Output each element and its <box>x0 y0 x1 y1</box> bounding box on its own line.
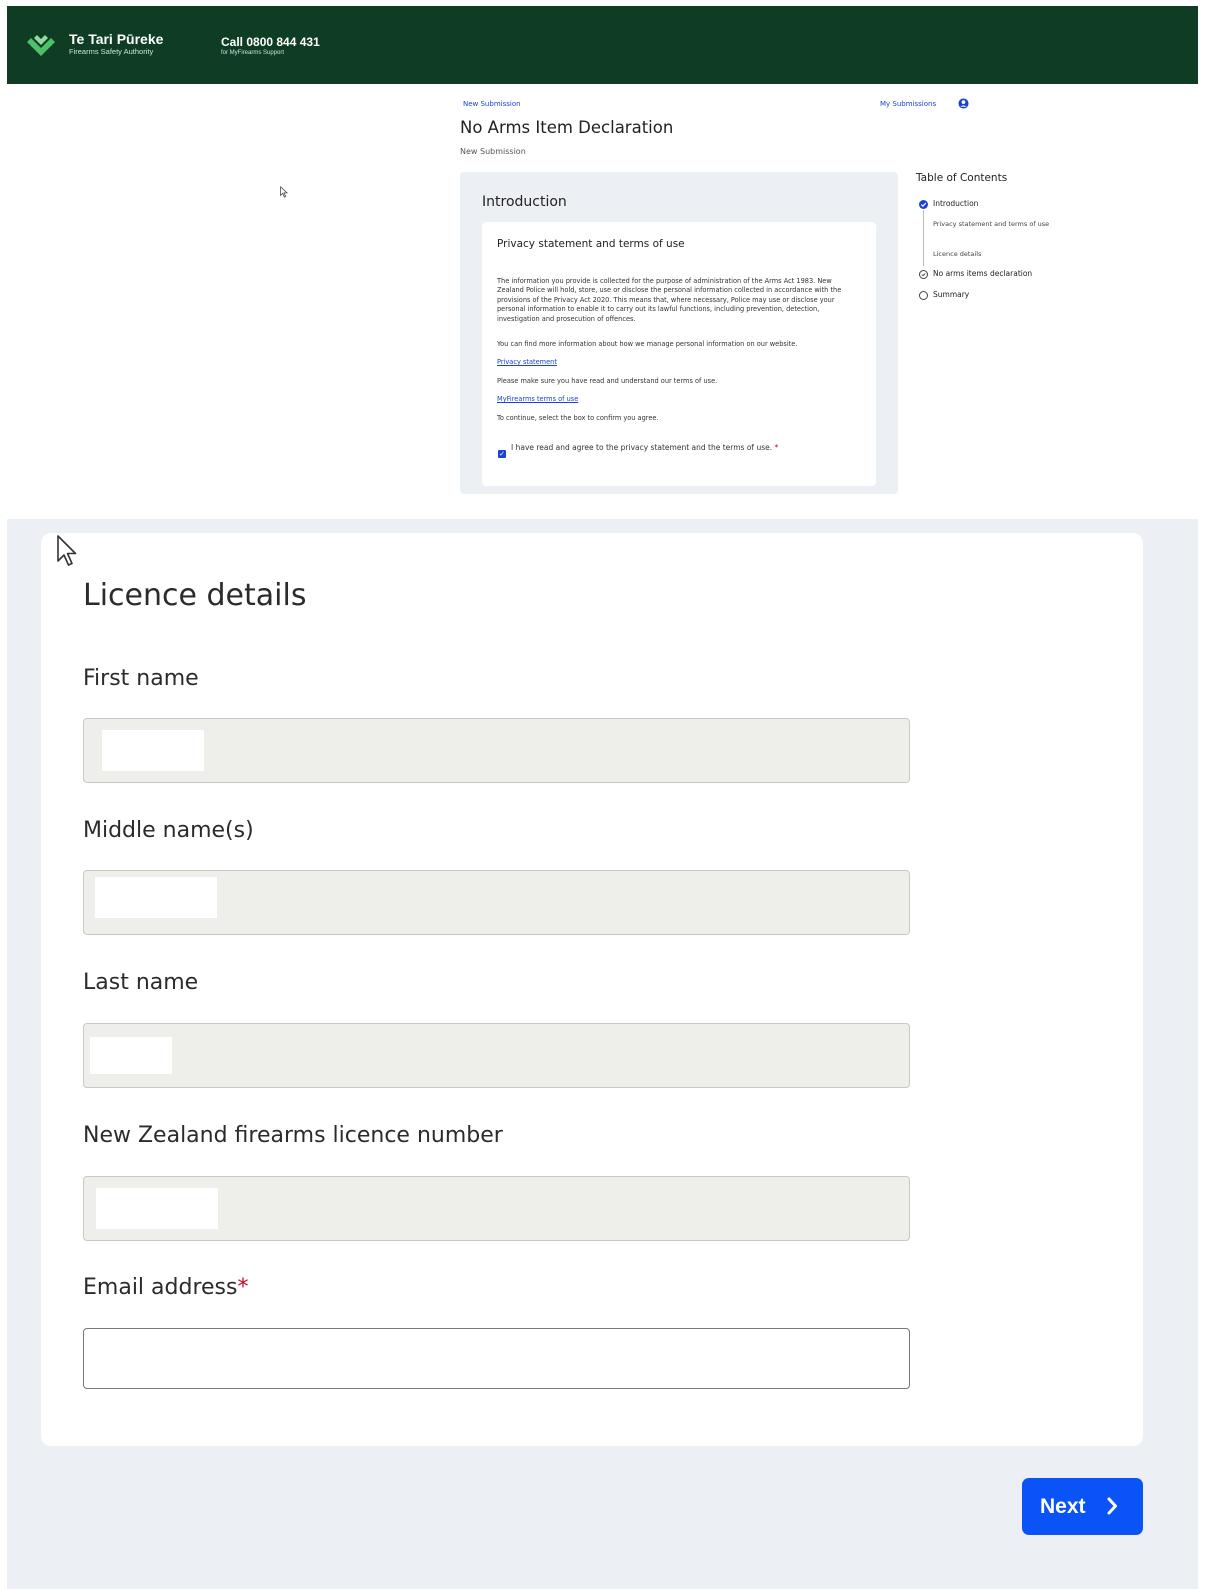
toc-divider <box>923 210 924 266</box>
next-button[interactable]: Next <box>1022 1478 1143 1535</box>
email-label: Email address* <box>83 1275 248 1300</box>
mouse-cursor-icon <box>57 535 77 566</box>
redacted-value <box>102 730 204 771</box>
user-icon[interactable] <box>958 98 969 109</box>
privacy-card-title: Privacy statement and terms of use <box>497 238 685 250</box>
toc-item-licence-details[interactable]: Licence details <box>933 250 1058 259</box>
support-phone-caption: for MyFirearms Support <box>221 50 285 56</box>
pending-circle-icon <box>919 270 928 279</box>
redacted-value <box>90 1037 172 1074</box>
redacted-value <box>95 877 217 918</box>
first-name-label: First name <box>83 666 199 691</box>
last-name-field[interactable] <box>83 1023 910 1088</box>
brand-title: Te Tari Pūreke <box>69 31 164 47</box>
terms-paragraph: Please make sure you have read and under… <box>497 377 718 385</box>
table-of-contents: Table of Contents Introduction Privacy s… <box>916 172 1076 300</box>
email-input[interactable] <box>83 1328 910 1389</box>
required-asterisk: * <box>237 1275 249 1300</box>
email-label-text: Email address <box>83 1275 238 1300</box>
privacy-statement-link[interactable]: Privacy statement <box>497 358 557 366</box>
toc-item-summary[interactable]: Summary <box>933 290 969 299</box>
licence-details-card <box>41 533 1143 1446</box>
brand-subtitle: Firearms Safety Authority <box>69 47 154 56</box>
toc-title: Table of Contents <box>916 172 1008 184</box>
my-submissions-link[interactable]: My Submissions <box>880 100 936 108</box>
required-asterisk: * <box>774 443 779 452</box>
first-name-field[interactable] <box>83 718 910 783</box>
redacted-value <box>96 1188 218 1229</box>
agree-label-text: I have read and agree to the privacy sta… <box>511 443 773 452</box>
toc-item-no-arms[interactable]: No arms items declaration <box>933 269 1032 278</box>
toc-item-privacy[interactable]: Privacy statement and terms of use <box>933 220 1058 229</box>
licence-number-field[interactable] <box>83 1176 910 1241</box>
checkbox-checked-icon: ✓ <box>499 450 505 458</box>
privacy-paragraph: The information you provide is collected… <box>497 277 842 323</box>
terms-of-use-link[interactable]: MyFirearms terms of use <box>497 395 578 403</box>
breadcrumb-new-submission[interactable]: New Submission <box>463 100 521 108</box>
privacy-card: Privacy statement and terms of use The i… <box>482 222 876 486</box>
licence-number-label: New Zealand firearms licence number <box>83 1123 503 1148</box>
toc-item-introduction[interactable]: Introduction <box>933 199 978 208</box>
mouse-cursor-icon <box>280 186 288 198</box>
firearms-authority-logo-icon[interactable] <box>25 30 57 62</box>
agree-checkbox[interactable]: ✓ <box>498 450 506 458</box>
brand[interactable]: Te Tari Pūreke Firearms Safety Authority <box>69 32 163 57</box>
support-phone[interactable]: Call 0800 844 431 for MyFirearms Support <box>221 36 320 57</box>
page-subtitle: New Submission <box>460 147 526 156</box>
next-button-label: Next <box>1040 1495 1086 1518</box>
site-header: Te Tari Pūreke Firearms Safety Authority… <box>7 6 1198 84</box>
confirm-instruction: To continue, select the box to confirm y… <box>497 414 659 422</box>
licence-details-title: Licence details <box>83 578 307 613</box>
middle-name-label: Middle name(s) <box>83 818 254 843</box>
check-circle-icon <box>919 200 928 209</box>
introduction-title: Introduction <box>482 194 567 210</box>
introduction-panel: Introduction Privacy statement and terms… <box>460 172 898 494</box>
last-name-label: Last name <box>83 970 199 995</box>
page-title: No Arms Item Declaration <box>460 118 674 137</box>
agree-label[interactable]: I have read and agree to the privacy sta… <box>511 443 786 453</box>
support-phone-number: Call 0800 844 431 <box>221 35 320 49</box>
empty-circle-icon <box>919 291 928 300</box>
chevron-right-icon <box>1107 1497 1117 1515</box>
privacy-info-paragraph: You can find more information about how … <box>497 340 798 348</box>
middle-name-field[interactable] <box>83 870 910 935</box>
